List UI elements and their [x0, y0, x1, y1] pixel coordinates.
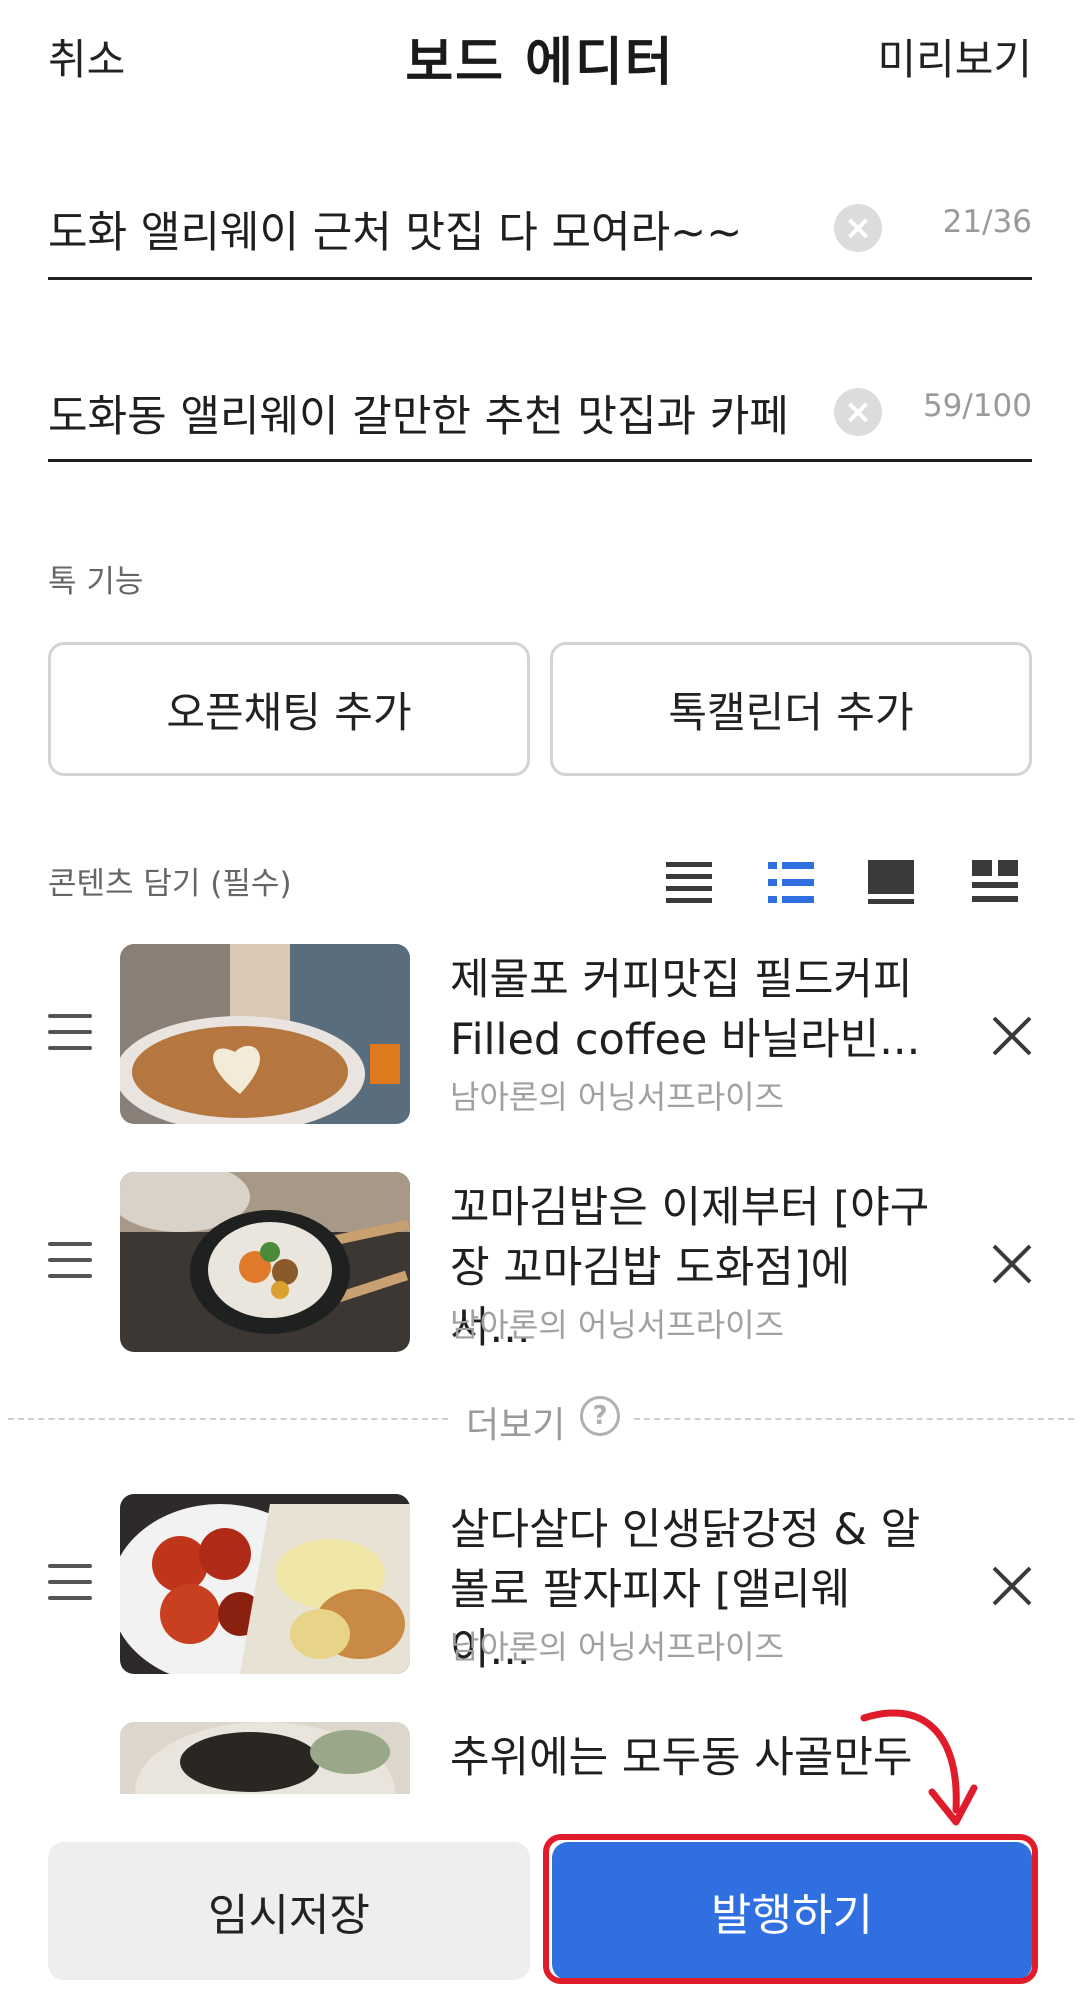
list-thumbnail-view-icon[interactable] [768, 860, 814, 906]
content-item[interactable]: 살다살다 인생닭강정 & 알볼로 팔자피자 [앨리웨이... 남아론의 어닝서프… [0, 1494, 1080, 1675]
help-icon[interactable]: ? [580, 1396, 620, 1436]
remove-item-icon[interactable] [990, 1242, 1034, 1286]
divider-line [634, 1418, 1074, 1420]
grid-view-icon[interactable] [972, 860, 1018, 906]
remove-item-icon[interactable] [990, 1014, 1034, 1058]
description-char-counter: 59/100 [922, 388, 1032, 424]
board-title-field[interactable]: 도화 앨리웨이 근처 맛집 다 모여라~~ × 21/36 [48, 180, 1032, 280]
header-bar: 취소 보드 에디터 미리보기 [0, 0, 1080, 110]
add-open-chat-button[interactable]: 오픈채팅 추가 [48, 642, 530, 776]
remove-item-icon[interactable] [990, 1564, 1034, 1608]
publish-highlight-box [543, 1834, 1038, 1984]
content-item[interactable]: 꼬마김밥은 이제부터 [야구장 꼬마김밥 도화점]에서... 남아론의 어닝서프… [0, 1172, 1080, 1353]
drag-handle-icon[interactable] [48, 1014, 92, 1052]
content-item[interactable]: 제물포 커피맛집 필드커피 Filled coffee 바닐라빈... 남아론의… [0, 944, 1080, 1124]
card-view-icon[interactable] [868, 860, 914, 906]
more-label[interactable]: 더보기 [466, 1396, 565, 1448]
add-talk-calendar-button[interactable]: 톡캘린더 추가 [550, 642, 1032, 776]
title-char-counter: 21/36 [942, 204, 1032, 240]
drag-handle-icon[interactable] [48, 1242, 92, 1280]
item-title: 제물포 커피맛집 필드커피 Filled coffee 바닐라빈... [450, 955, 921, 1065]
board-description-field[interactable]: 도화동 앨리웨이 갈만한 추천 맛집과 카페 × 59/100 [48, 362, 1032, 462]
preview-button[interactable]: 미리보기 [877, 26, 1032, 87]
item-source: 남아론의 어닝서프라이즈 [450, 1306, 785, 1344]
item-title: 추위에는 모두동 사골만두 [450, 1733, 913, 1783]
talk-section-label: 톡 기능 [48, 564, 144, 600]
annotation-arrow-icon [860, 1709, 978, 1826]
content-section-label: 콘텐츠 담기 (필수) [48, 866, 292, 902]
divider-line [8, 1418, 448, 1420]
clear-title-icon[interactable]: × [834, 204, 882, 252]
drag-handle-icon[interactable] [48, 1564, 92, 1602]
dumpling-soup-thumbnail [120, 1722, 410, 1794]
item-source: 남아론의 어닝서프라이즈 [450, 1628, 785, 1666]
kimbap-thumbnail [120, 1172, 410, 1352]
board-title-input[interactable]: 도화 앨리웨이 근처 맛집 다 모여라~~ [48, 198, 742, 260]
latte-thumbnail [120, 944, 410, 1124]
clear-description-icon[interactable]: × [834, 388, 882, 436]
board-description-input[interactable]: 도화동 앨리웨이 갈만한 추천 맛집과 카페 [48, 382, 789, 444]
list-compact-view-icon[interactable] [666, 860, 712, 906]
save-draft-button[interactable]: 임시저장 [48, 1842, 530, 1980]
item-source: 남아론의 어닝서프라이즈 [450, 1078, 785, 1116]
more-divider[interactable]: 더보기 ? [0, 1396, 1080, 1446]
chicken-pizza-thumbnail [120, 1494, 410, 1674]
